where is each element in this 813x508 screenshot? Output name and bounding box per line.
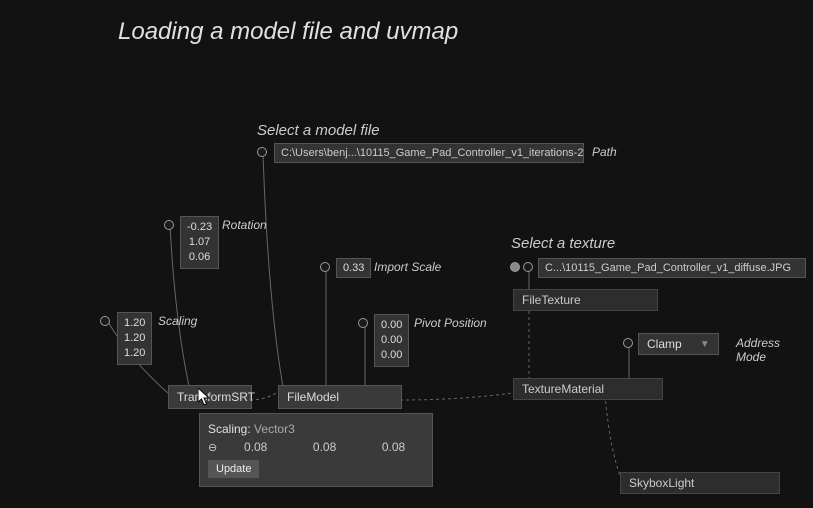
label-pivot: Pivot Position: [414, 316, 487, 330]
page-title: Loading a model file and uvmap: [118, 18, 458, 46]
node-texturematerial[interactable]: TextureMaterial: [513, 378, 663, 400]
label-scaling: Scaling: [158, 314, 197, 328]
value-pivot[interactable]: 0.00 0.00 0.00: [374, 314, 409, 367]
node-filetexture[interactable]: FileTexture: [513, 289, 658, 311]
label-path: Path: [592, 145, 617, 159]
popup-val-1[interactable]: 0.08: [294, 440, 355, 454]
comment-select-texture: Select a texture: [511, 235, 615, 252]
popup-val-0[interactable]: 0.08: [225, 440, 286, 454]
value-rotation[interactable]: -0.23 1.07 0.06: [180, 216, 219, 269]
value-scaling[interactable]: 1.20 1.20 1.20: [117, 312, 152, 365]
popup-val-2[interactable]: 0.08: [363, 440, 424, 454]
label-importscale: Import Scale: [374, 260, 441, 274]
filepath-texture[interactable]: C...\10115_Game_Pad_Controller_v1_diffus…: [538, 258, 806, 278]
node-skyboxlight[interactable]: SkyboxLight: [620, 472, 780, 494]
port-clamp-in[interactable]: [623, 338, 633, 348]
port-importscale-in[interactable]: [320, 262, 330, 272]
port-model-path-in[interactable]: [257, 147, 267, 157]
port-scaling-in[interactable]: [100, 316, 110, 326]
popup-header: Scaling: Vector3: [208, 422, 424, 436]
filepath-model[interactable]: C:\Users\benj...\10115_Game_Pad_Controll…: [274, 143, 584, 163]
chevron-down-icon: ▼: [700, 339, 710, 350]
comment-select-model: Select a model file: [257, 122, 380, 139]
node-filemodel[interactable]: FileModel: [278, 385, 402, 409]
port-rotation-in[interactable]: [164, 220, 174, 230]
label-rotation: Rotation: [222, 218, 267, 232]
port-texture-path-extra[interactable]: [523, 262, 533, 272]
enum-address-mode[interactable]: Clamp ▼: [638, 333, 719, 355]
update-button[interactable]: Update: [208, 460, 259, 478]
port-texture-path-in[interactable]: [510, 262, 520, 272]
node-transformsrt[interactable]: TransformSRT: [168, 385, 252, 409]
port-pivot-in[interactable]: [358, 318, 368, 328]
reset-icon[interactable]: ⊖: [208, 441, 217, 454]
label-addressmode: Address Mode: [736, 336, 813, 364]
popup-scaling-editor: Scaling: Vector3 ⊖ 0.08 0.08 0.08 Update: [199, 413, 433, 487]
value-importscale[interactable]: 0.33: [336, 258, 371, 278]
